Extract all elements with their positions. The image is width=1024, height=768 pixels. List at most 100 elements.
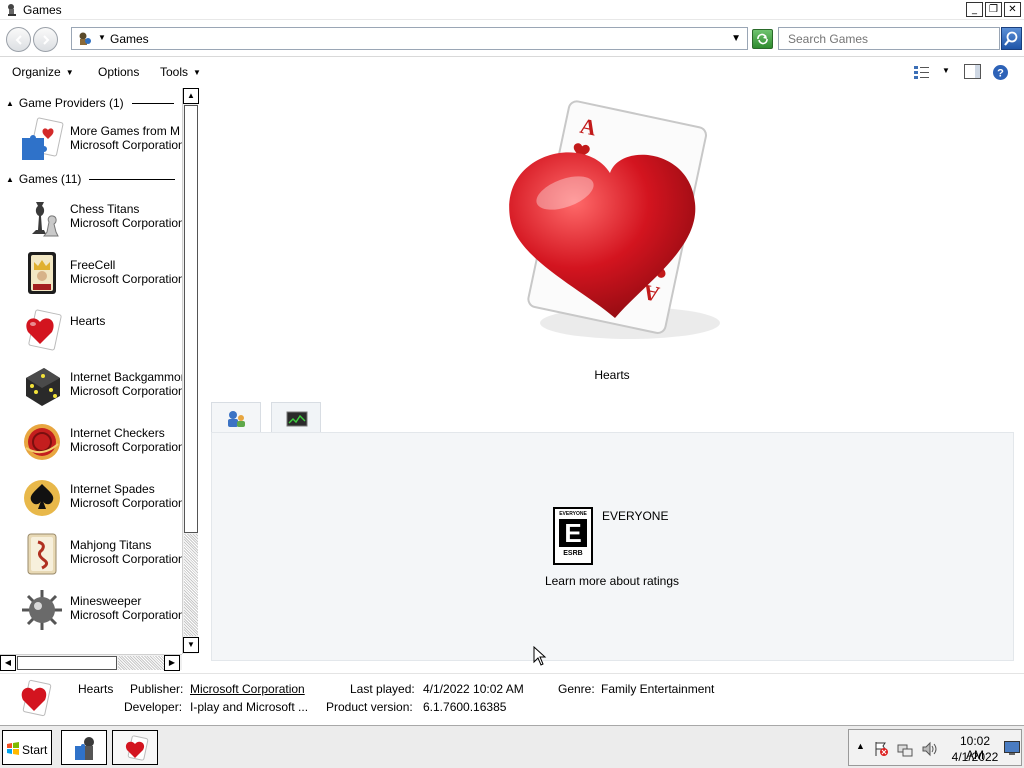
minimize-button[interactable]: _ [966,2,983,17]
taskbar-hearts[interactable] [112,730,158,765]
restore-button[interactable]: ❐ [985,2,1002,17]
parental-controls-icon [228,411,245,427]
dice-icon [26,368,60,406]
header-divider [89,178,176,180]
rating-label: EVERYONE [602,509,669,523]
preview-pane: A A Hearts EVERYONE E ESRB EVERYONE Lear… [200,88,1024,672]
help-icon[interactable]: ? [992,64,1009,81]
hearts-icon [26,309,62,351]
ratings-panel: EVERYONE E ESRB EVERYONE Learn more abou… [211,432,1014,661]
preview-pane-icon[interactable] [964,64,981,79]
developer-label: Developer: [124,700,183,714]
list-item-minesweeper[interactable]: Minesweeper Microsoft Corporation [14,584,182,640]
game-publisher: Microsoft Corporation [70,496,182,510]
refresh-icon [757,33,768,45]
options-label: Options [98,65,140,79]
vertical-scrollbar[interactable]: ▲ ▼ [182,88,199,654]
list-item-hearts[interactable]: Hearts [14,304,182,360]
breadcrumb-arrow-icon[interactable]: ▼ [98,33,106,42]
version-value: 6.1.7600.16385 [423,700,507,714]
system-tray: ▲ 10:02 AM 4/1/2022 [848,729,1022,766]
volume-icon[interactable] [921,741,939,757]
view-options-icon[interactable] [913,64,931,80]
breadcrumb-games[interactable]: Games [110,32,149,46]
start-button[interactable]: Start [2,730,52,765]
game-title-label: Hearts [594,368,630,382]
scroll-down-icon[interactable]: ▼ [183,637,199,653]
search-button[interactable] [1001,27,1022,50]
clock-date[interactable]: 4/1/2022 [951,750,999,764]
chevron-down-icon: ▼ [65,68,74,77]
action-center-flag-icon[interactable] [873,741,889,757]
last-played-value: 4/1/2022 10:02 AM [423,682,524,696]
taskbar-games-explorer[interactable] [61,730,107,765]
games-list-pane: ▲ Game Providers (1) More Games from M M… [0,88,199,672]
list-item-more-games[interactable]: More Games from M Microsoft Corporation [14,114,182,170]
refresh-button[interactable] [752,29,773,49]
scrollbar-thumb[interactable] [17,656,117,670]
version-label: Product version: [326,700,413,714]
windows-flag-icon [7,742,19,755]
address-history-dropdown[interactable]: ▼ [731,33,741,44]
games-folder-icon [79,32,91,45]
svg-text:?: ? [997,68,1004,80]
collapse-triangle-icon[interactable]: ▲ [6,99,14,108]
publisher-value[interactable]: Microsoft Corporation [190,682,305,696]
providers-group-header[interactable]: ▲ Game Providers (1) [6,96,174,110]
tools-menu[interactable]: Tools ▼ [160,65,201,79]
horizontal-scrollbar[interactable]: ◀ ▶ [0,654,182,671]
collapse-triangle-icon[interactable]: ▲ [6,175,14,184]
hearts-icon [21,679,52,717]
game-name: Internet Spades [70,482,155,496]
publisher-link[interactable]: Microsoft Corporation [190,682,305,696]
search-box[interactable] [778,27,1000,50]
scroll-up-icon[interactable]: ▲ [183,88,199,104]
search-input[interactable] [779,28,999,49]
game-name: More Games from M [70,124,181,138]
details-game-name: Hearts [78,682,114,696]
scrollbar-thumb[interactable] [184,105,198,533]
scrollbar-track[interactable] [184,534,198,636]
badge-letter: E [559,519,587,547]
king-card-icon [28,252,56,294]
address-field[interactable]: ▼ Games ▼ [71,27,748,50]
genre-label: Genre: [558,682,595,696]
window-title: Games [23,2,62,17]
views-dropdown-icon[interactable]: ▼ [942,66,950,75]
game-name: Chess Titans [70,202,140,216]
scroll-left-icon[interactable]: ◀ [0,655,16,671]
hearts-hero-image: A A [509,100,720,339]
show-hidden-icons-icon[interactable]: ▲ [856,741,865,751]
list-item-freecell[interactable]: FreeCell Microsoft Corporation [14,248,182,304]
show-desktop-icon[interactable] [1004,741,1020,755]
ratings-info-link[interactable]: Learn more about ratings [212,574,1012,588]
games-group-header[interactable]: ▲ Games (11) [6,172,176,186]
header-divider [131,102,174,104]
list-item-internet-checkers[interactable]: Internet Checkers Microsoft Corporation [14,416,182,472]
tab-performance[interactable] [271,402,321,432]
list-item-chess-titans[interactable]: Chess Titans Microsoft Corporation [14,192,182,248]
list-item-mahjong-titans[interactable]: Mahjong Titans Microsoft Corporation [14,528,182,584]
scroll-right-icon[interactable]: ▶ [164,655,180,671]
games-app-icon [8,3,16,16]
network-icon[interactable] [897,741,913,757]
list-item-internet-spades[interactable]: Internet Spades Microsoft Corporation [14,472,182,528]
options-menu[interactable]: Options [98,65,139,79]
hearts-icon [125,735,149,761]
organize-label: Organize [12,65,61,79]
spades-icon [24,480,60,516]
mahjong-icon [27,533,57,575]
back-button[interactable] [6,27,31,52]
checkers-icon [24,424,60,460]
close-button[interactable]: ✕ [1004,2,1021,17]
scrollbar-track[interactable] [118,656,164,670]
game-publisher: Microsoft Corporation [70,552,182,566]
organize-menu[interactable]: Organize ▼ [12,65,74,79]
taskbar: Start ▲ 10:02 AM 4/1/2022 [0,725,1024,768]
forward-button[interactable] [33,27,58,52]
game-publisher: Microsoft Corporation [70,272,182,286]
game-publisher: Microsoft Corporation [70,440,182,454]
forward-arrow-icon [43,35,50,45]
tab-ratings[interactable] [211,402,261,433]
list-item-internet-backgammon[interactable]: Internet Backgammon Microsoft Corporatio… [14,360,182,416]
